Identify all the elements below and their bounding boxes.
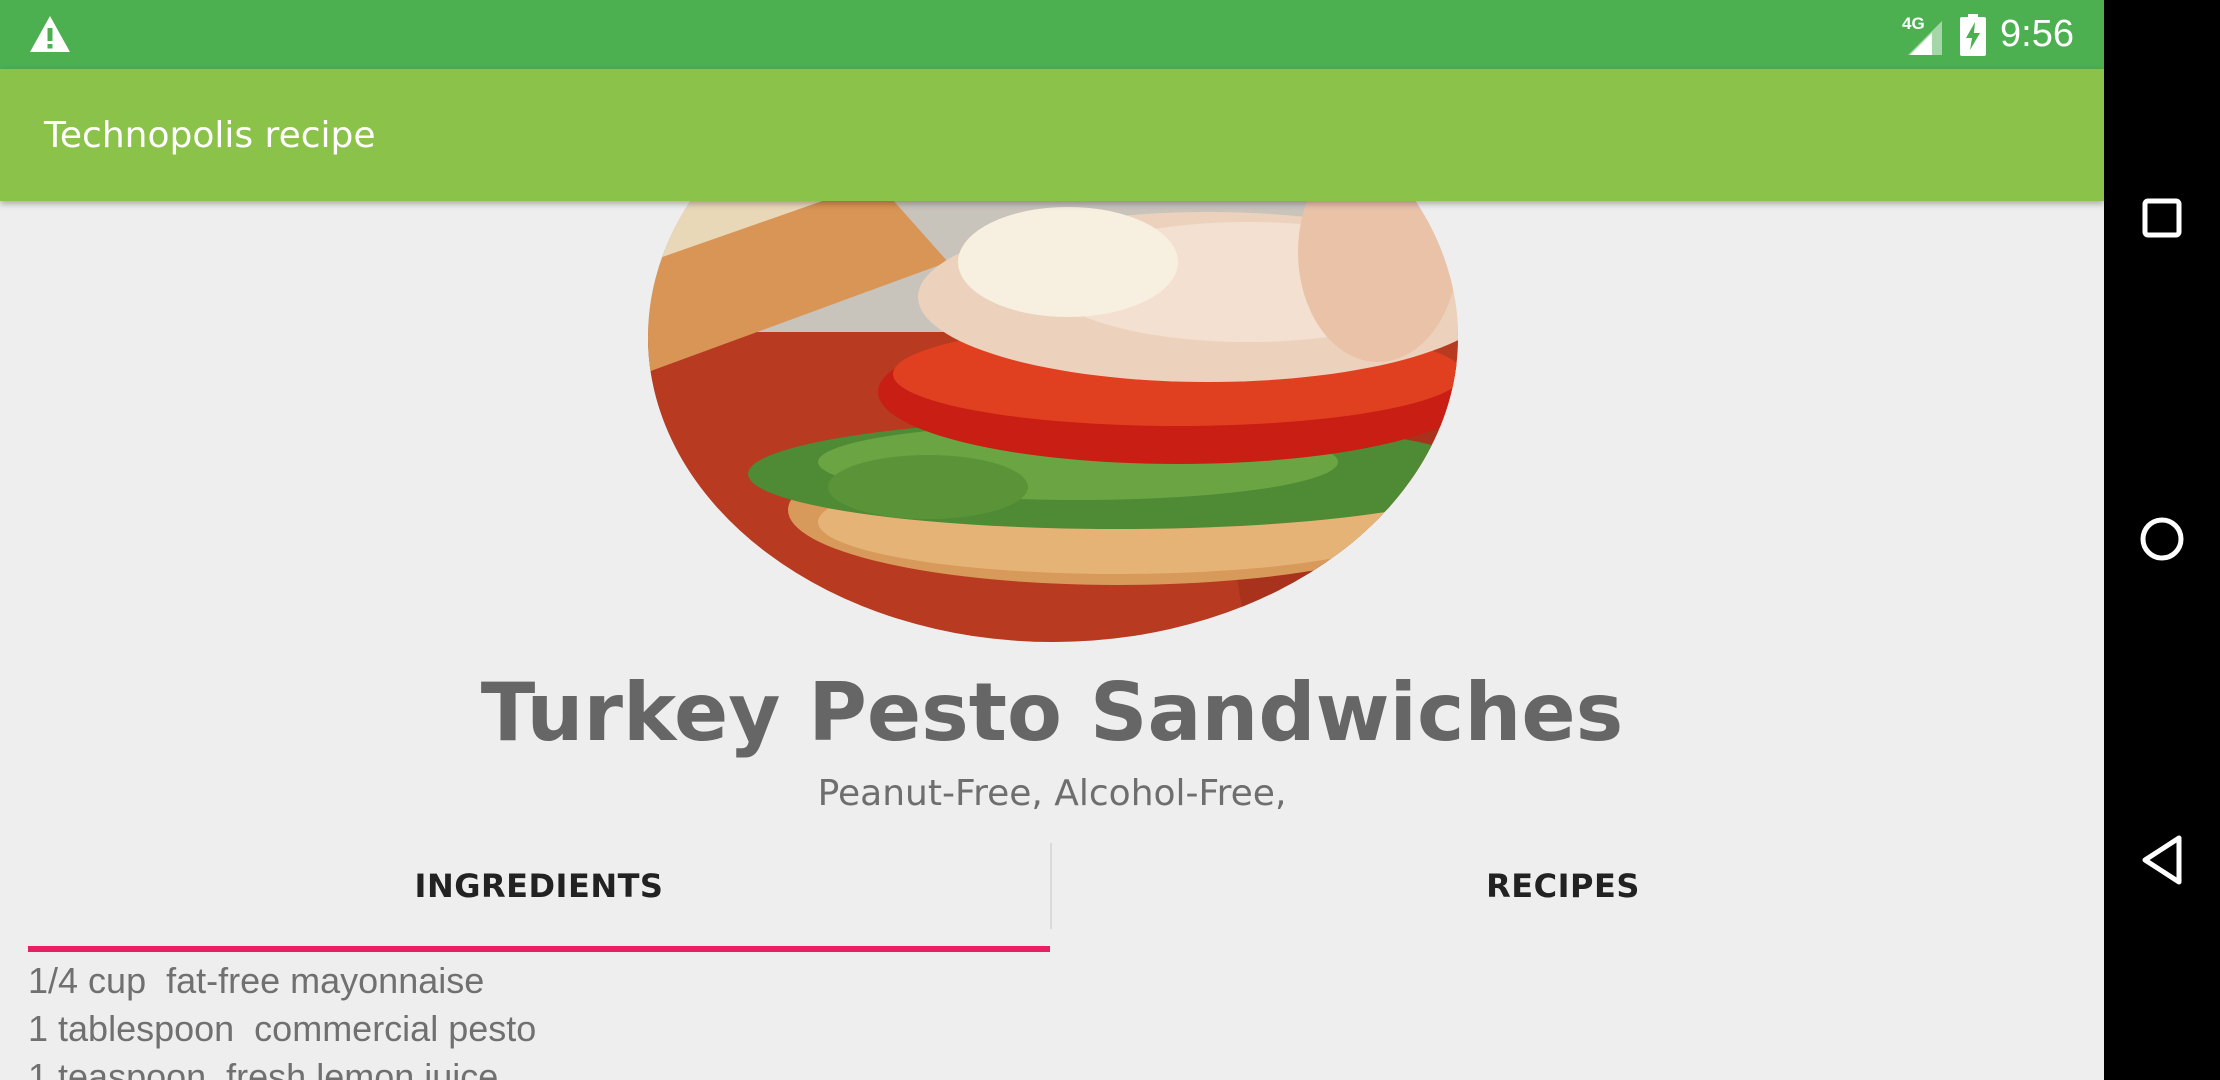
recents-icon <box>2142 198 2182 238</box>
app-bar: Technopolis recipe <box>0 69 2104 201</box>
recipe-diet-labels: Peanut-Free, Alcohol-Free, <box>817 773 1287 814</box>
recipe-title: Turkey Pesto Sandwiches <box>480 666 1624 759</box>
tab-recipes[interactable]: RECIPES <box>1052 841 2074 931</box>
home-button[interactable] <box>2104 516 2220 562</box>
back-button[interactable] <box>2104 834 2220 886</box>
back-icon <box>2142 835 2182 885</box>
status-time: 9:56 <box>2000 13 2074 55</box>
signal-icon: 4G <box>1902 13 1946 57</box>
warning-icon <box>30 16 70 52</box>
status-bar: 4G 9:56 <box>0 0 2104 69</box>
tab-ingredients[interactable]: INGREDIENTS <box>28 841 1050 931</box>
recents-button[interactable] <box>2104 198 2220 238</box>
ingredients-list: 1/4 cup fat-free mayonnaise 1 tablespoon… <box>28 957 536 1080</box>
tab-selected-indicator <box>28 946 1050 952</box>
recipe-detail: Turkey Pesto Sandwiches Peanut-Free, Alc… <box>0 201 2104 1080</box>
recipe-image <box>648 201 1458 642</box>
ingredient-item: 1 teaspoon fresh lemon juice <box>28 1056 499 1080</box>
ingredient-item: 1/4 cup fat-free mayonnaise <box>28 960 485 1001</box>
tab-bar: INGREDIENTS RECIPES <box>28 841 2076 931</box>
home-icon <box>2140 517 2184 561</box>
sandwich-photo <box>648 201 1458 642</box>
status-icons: 4G 9:56 <box>1902 0 2074 69</box>
navigation-bar <box>2104 0 2220 1080</box>
battery-charging-icon <box>1960 13 1987 56</box>
app-title: Technopolis recipe <box>44 115 376 156</box>
ingredient-item: 1 tablespoon commercial pesto <box>28 1008 537 1049</box>
